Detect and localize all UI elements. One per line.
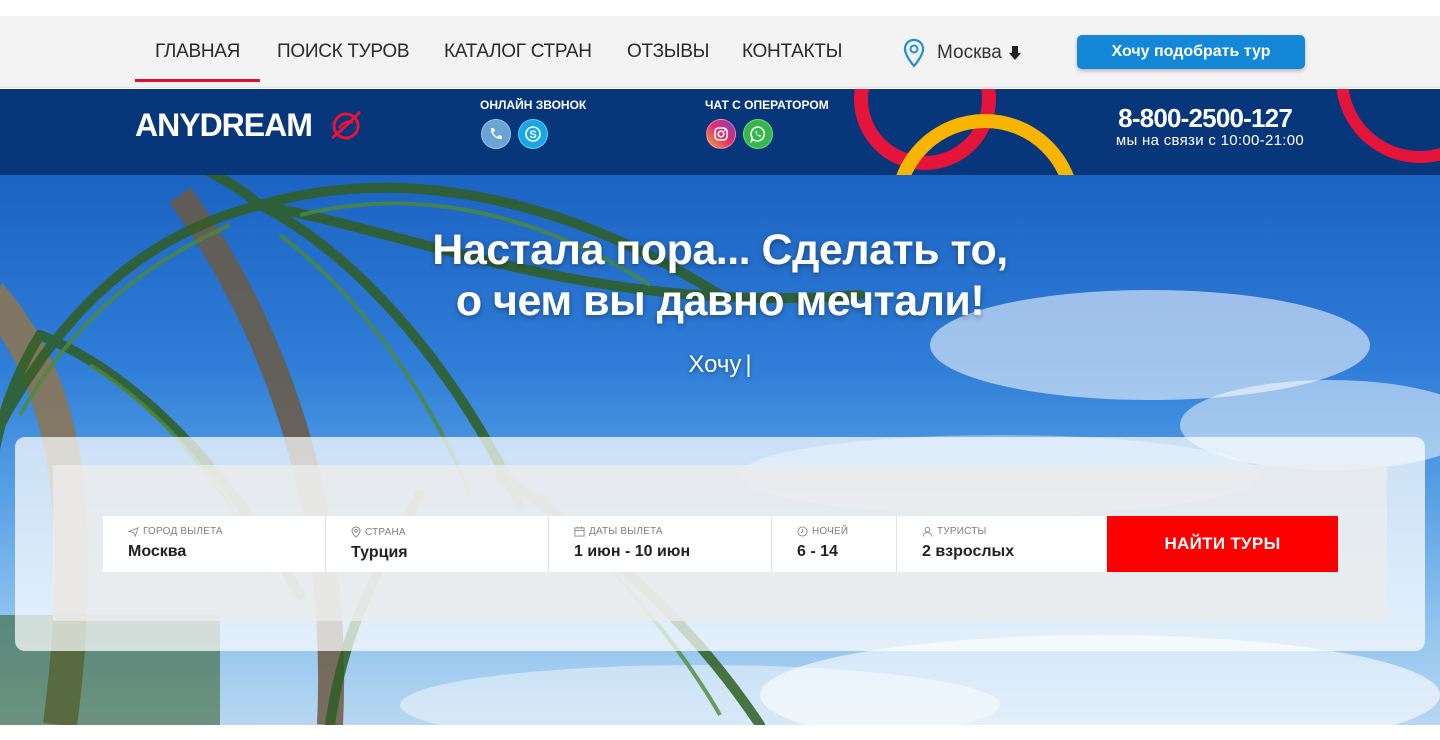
hero-title-line-1: Настала пора... Сделать то, [432, 226, 1008, 274]
calendar-icon [574, 526, 585, 537]
hero-title-line-2: о чем вы давно мечтали! [455, 277, 985, 325]
nav-item-reviews[interactable]: ОТЗЫВЫ [627, 41, 709, 63]
find-tours-button[interactable]: НАЙТИ ТУРЫ [1107, 516, 1338, 572]
departure-city-label: ГОРОД ВЫЛЕТА [143, 526, 223, 537]
nights-field[interactable]: НОЧЕЙ 6 - 14 [772, 516, 897, 572]
pick-tour-button[interactable]: Хочу подобрать тур [1077, 35, 1305, 69]
working-hours: мы на связи с 10:00-21:00 [1115, 132, 1304, 149]
hero-title: Настала пора... Сделать то, о чем вы дав… [0, 225, 1440, 327]
country-label: СТРАНА [365, 526, 406, 538]
nights-label: НОЧЕЙ [812, 526, 849, 537]
phone-number[interactable]: 8-800-2500-127 [1118, 103, 1293, 134]
skype-icon[interactable]: S [518, 119, 548, 149]
top-navigation: ГЛАВНАЯ ПОИСК ТУРОВ КАТАЛОГ СТРАН ОТЗЫВЫ… [0, 16, 1440, 88]
tourists-label: ТУРИСТЫ [937, 526, 987, 537]
clock-icon [797, 526, 808, 537]
city-name: Москва [937, 42, 1002, 63]
logo-text: ANYDREAM [135, 107, 313, 143]
departure-dates-value: 1 июн - 10 июн [574, 543, 691, 560]
location-pin-icon [351, 526, 361, 538]
nav-item-contacts[interactable]: КОНТАКТЫ [742, 41, 842, 63]
instagram-icon[interactable] [706, 119, 736, 149]
typing-text: Хочу | [0, 351, 1440, 379]
country-field[interactable]: СТРАНА Турция [326, 516, 549, 572]
tourists-field[interactable]: ТУРИСТЫ 2 взрослых [897, 516, 1107, 572]
location-pin-icon [903, 38, 925, 68]
site-header: ANYDREAM ОНЛАЙН ЗВОНОК S ЧАТ С ОПЕРАТОРО… [0, 89, 1440, 175]
plane-icon [128, 527, 139, 537]
planet-logo-icon [330, 110, 361, 139]
online-call-label: ОНЛАЙН ЗВОНОК [480, 98, 587, 112]
svg-text:S: S [529, 129, 536, 141]
nights-value: 6 - 14 [797, 543, 838, 560]
chat-operator-label: ЧАТ С ОПЕРАТОРОМ [705, 98, 829, 112]
tour-search-form: ГОРОД ВЫЛЕТА Москва СТРАНА Турция ДАТЫ В… [103, 516, 1338, 572]
departure-dates-field[interactable]: ДАТЫ ВЫЛЕТА 1 июн - 10 июн [549, 516, 772, 572]
departure-dates-label: ДАТЫ ВЫЛЕТА [589, 526, 663, 537]
nav-item-country-catalog[interactable]: КАТАЛОГ СТРАН [444, 41, 592, 63]
user-icon [922, 526, 933, 537]
nav-item-tour-search[interactable]: ПОИСК ТУРОВ [277, 41, 410, 63]
nav-item-home[interactable]: ГЛАВНАЯ [134, 41, 261, 82]
whatsapp-icon[interactable] [743, 119, 773, 149]
country-value: Турция [351, 544, 408, 561]
hero-section: Настала пора... Сделать то, о чем вы дав… [0, 175, 1440, 725]
departure-city-field[interactable]: ГОРОД ВЫЛЕТА Москва [103, 516, 326, 572]
city-selector[interactable]: Москва [903, 38, 1022, 68]
arrow-down-icon [1008, 46, 1021, 60]
tourists-value: 2 взрослых [922, 543, 1015, 560]
typing-word: Хочу [688, 351, 742, 378]
departure-city-value: Москва [128, 543, 187, 560]
phone-call-icon[interactable] [481, 119, 511, 149]
typing-cursor: | [745, 351, 752, 378]
logo[interactable]: ANYDREAM [135, 107, 364, 144]
